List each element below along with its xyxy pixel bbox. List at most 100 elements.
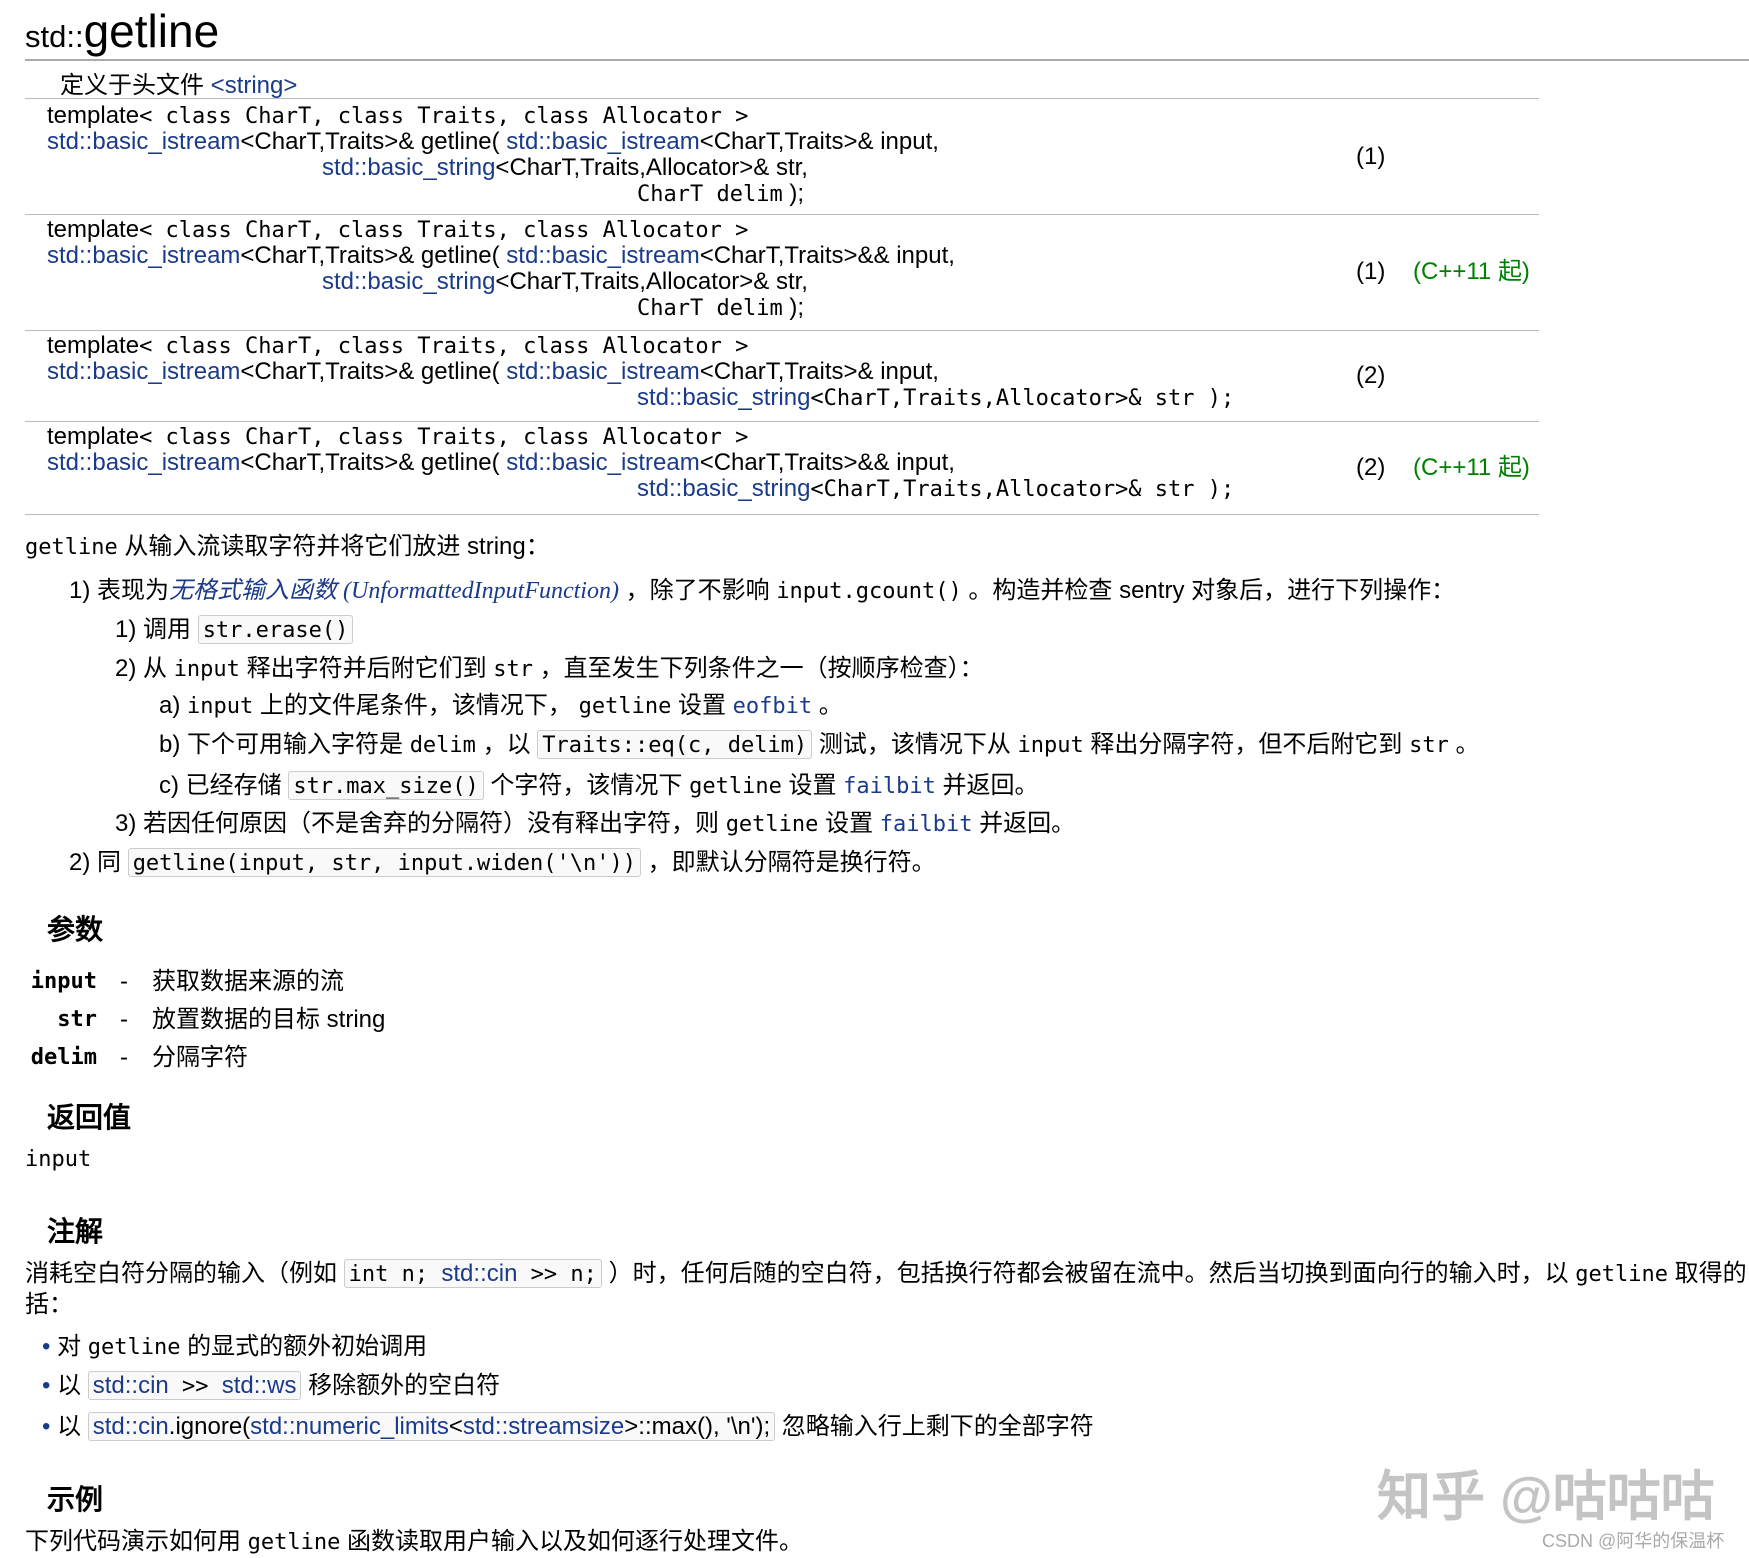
overload-number: (1) (1356, 258, 1386, 285)
text: 释出字符并后附它们到 (239, 655, 494, 682)
text: ，以 (475, 731, 538, 758)
text: < class CharT, class Traits, class Alloc… (139, 334, 749, 359)
text: <CharT,Traits,Allocator>& str ); (810, 477, 1235, 502)
bullet-icon: • (42, 1372, 58, 1399)
description-line: 2) 同 getline(input, str, input.widen('\n… (69, 848, 936, 879)
title-prefix: std:: (25, 19, 84, 54)
text: 。 (1448, 731, 1480, 758)
text: 以 (57, 1372, 88, 1399)
declaration-line: template< class CharT, class Traits, cla… (47, 217, 748, 244)
text: 个字符，该情况下 (483, 772, 690, 799)
declaration-line: std::basic_string<CharT,Traits,Allocator… (47, 155, 808, 181)
text: getline (87, 1335, 181, 1360)
description-line: 1) 表现为无格式输入函数 (UnformattedInputFunction)… (69, 576, 1455, 607)
overload-number: (2) (1356, 361, 1386, 389)
description-line: 1) 调用 str.erase() (115, 615, 354, 646)
text: template (47, 423, 140, 450)
link[interactable]: std::basic_string (322, 268, 495, 295)
link[interactable]: std::basic_istream (506, 242, 699, 269)
link[interactable]: std::numeric_limits (250, 1413, 449, 1440)
csdn-watermark: CSDN @阿华的保温杯 (1542, 1531, 1725, 1551)
text: Traits::eq(c, delim) (542, 733, 808, 758)
bullet-icon: • (42, 1333, 58, 1360)
link[interactable]: 无格式输入函数 (UnformattedInputFunction) (169, 578, 619, 604)
text: 1) 表现为 (69, 577, 170, 604)
params-heading: 参数 (47, 914, 104, 945)
text: >::max(), '\n'); (624, 1413, 771, 1440)
text: c) 已经存储 (159, 772, 289, 799)
divider (25, 214, 1539, 215)
link[interactable]: std::basic_istream (506, 358, 699, 385)
declaration-line: std::basic_istream<CharT,Traits>& getlin… (47, 243, 955, 269)
text: >> n; (517, 1262, 597, 1287)
link[interactable]: std::basic_string (637, 384, 810, 411)
text: 的显式的额外初始调用 (180, 1333, 428, 1360)
declaration-line: std::basic_istream<CharT,Traits>& getlin… (47, 359, 939, 385)
link[interactable]: std::streamsize (463, 1413, 624, 1440)
link[interactable]: failbit (843, 774, 936, 799)
text: <CharT,Traits>& input, (699, 358, 939, 385)
text: >> (168, 1374, 222, 1399)
param-dash: - (120, 1044, 128, 1071)
header-link[interactable]: <string> (211, 72, 298, 99)
link[interactable]: std::basic_string (637, 475, 810, 502)
example-text: 下列代码演示如何用 (25, 1528, 248, 1555)
text: < class CharT, class Traits, class Alloc… (139, 425, 749, 450)
link[interactable]: failbit (880, 812, 973, 837)
text: template (47, 332, 140, 359)
text: 设置 (781, 772, 844, 799)
text: 2) 同 (69, 849, 128, 876)
text: 从输入流读取字符并将它们放进 string： (117, 533, 550, 560)
text: str (493, 657, 534, 682)
bullet-icon: • (42, 1413, 58, 1440)
text: 设置 (671, 692, 733, 719)
since-badge: (C++11 起) (1413, 258, 1530, 285)
divider (25, 98, 1539, 99)
text: 忽略输入行上剩下的全部字符 (775, 1413, 1094, 1440)
link[interactable]: std::basic_istream (47, 242, 240, 269)
text: ，即默认分隔符是换行符。 (641, 849, 936, 876)
text: 。 (812, 692, 843, 719)
link[interactable]: std::basic_istream (47, 449, 240, 476)
text: getline (725, 812, 819, 837)
link[interactable]: std::basic_istream (506, 449, 699, 476)
bullet-item: • 对 getline 的显式的额外初始调用 (42, 1332, 427, 1363)
inline-code: Traits::eq(c, delim) (537, 730, 813, 759)
inline-code: getline(input, str, input.widen('\n')) (127, 848, 642, 877)
header-label: 定义于头文件 (60, 72, 211, 99)
return-value: input (25, 1147, 92, 1172)
text: int n; (348, 1262, 442, 1287)
link[interactable]: std::basic_istream (506, 128, 699, 155)
text: input (173, 657, 240, 682)
link[interactable]: std::basic_string (322, 154, 495, 181)
declaration-line: template< class CharT, class Traits, cla… (47, 424, 748, 451)
text: 释出分隔字符，但不后附它到 (1083, 731, 1410, 758)
example-code: getline (247, 1530, 341, 1555)
param-dash: - (120, 968, 128, 995)
declaration-line: std::basic_string<CharT,Traits,Allocator… (47, 269, 808, 295)
text: 设置 (818, 810, 880, 837)
text: 2) 从 (115, 655, 174, 682)
inline-code: int n; std::cin >> n; (343, 1259, 602, 1288)
description-line: c) 已经存储 str.max_size() 个字符，该情况下 getline … (159, 771, 1039, 802)
text: 。构造并检查 sentry 对象后，进行下列操作： (961, 577, 1456, 604)
link[interactable]: std::basic_istream (47, 128, 240, 155)
param-name: delim (30, 1045, 97, 1070)
text: <CharT,Traits>& getline( (240, 128, 507, 155)
link[interactable]: std::cin (93, 1413, 169, 1440)
link[interactable]: std::basic_istream (47, 358, 240, 385)
declaration-line: std::basic_string<CharT,Traits,Allocator… (47, 385, 1234, 412)
inline-code: std::cin >> std::ws (87, 1371, 302, 1400)
link[interactable]: std::cin (441, 1260, 517, 1287)
link[interactable]: std::cin (93, 1372, 169, 1399)
text: a) (159, 692, 188, 719)
text: .ignore( (168, 1413, 251, 1440)
text: ，除了不影响 (618, 577, 777, 604)
text: input.gcount() (776, 579, 962, 604)
link[interactable]: eofbit (733, 694, 812, 719)
title-divider (25, 59, 1749, 61)
text: 消耗空白符分隔的输入（例如 (25, 1260, 344, 1287)
text: 移除额外的空白符 (301, 1372, 501, 1399)
link[interactable]: std::ws (222, 1372, 297, 1399)
param-desc: 放置数据的目标 string (152, 1006, 386, 1033)
